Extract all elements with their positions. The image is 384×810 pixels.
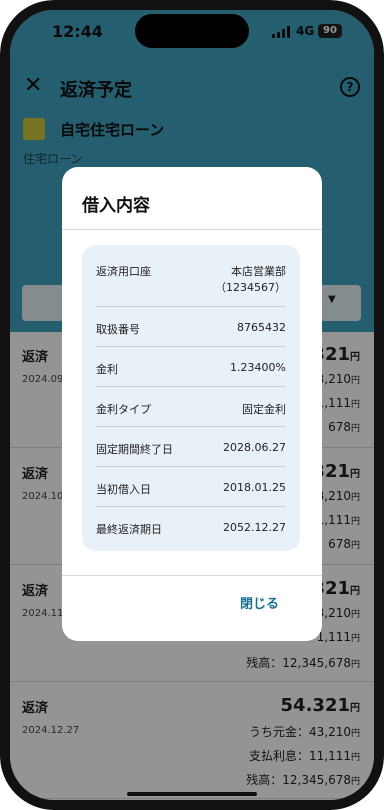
detail-key: 金利 bbox=[96, 363, 118, 376]
detail-key: 返済用口座 bbox=[96, 265, 151, 278]
detail-value: 固定金利 bbox=[242, 403, 286, 416]
detail-key: 金利タイプ bbox=[96, 403, 151, 416]
divider bbox=[96, 386, 286, 387]
details-card: 返済用口座 本店営業部 （1234567） 取扱番号 8765432 金利 1.2… bbox=[82, 245, 300, 551]
divider bbox=[62, 229, 322, 230]
divider bbox=[96, 346, 286, 347]
detail-value: 2052.12.27 bbox=[223, 521, 286, 534]
divider bbox=[96, 466, 286, 467]
detail-key: 当初借入日 bbox=[96, 483, 151, 496]
divider bbox=[62, 575, 322, 576]
close-button[interactable]: 閉じる bbox=[240, 593, 279, 612]
detail-value: 8765432 bbox=[237, 321, 286, 334]
detail-value: 2028.06.27 bbox=[223, 441, 286, 454]
loan-details-dialog: 借入内容 返済用口座 本店営業部 （1234567） 取扱番号 8765432 金… bbox=[62, 167, 322, 641]
detail-value: 本店営業部 （1234567） bbox=[215, 265, 286, 294]
screen: 12:44 4G 90 ✕ 返済予定 ? 自宅住宅ローン 住宅ローン ▼ 返済 … bbox=[10, 10, 374, 800]
divider bbox=[96, 306, 286, 307]
detail-value: 2018.01.25 bbox=[223, 481, 286, 494]
detail-key: 取扱番号 bbox=[96, 323, 140, 336]
detail-key: 最終返済期日 bbox=[96, 523, 162, 536]
dialog-title: 借入内容 bbox=[82, 196, 150, 216]
detail-key: 固定期間終了日 bbox=[96, 443, 173, 456]
divider bbox=[96, 506, 286, 507]
detail-value: 1.23400% bbox=[230, 361, 286, 374]
phone-frame: 12:44 4G 90 ✕ 返済予定 ? 自宅住宅ローン 住宅ローン ▼ 返済 … bbox=[0, 0, 384, 810]
home-indicator[interactable] bbox=[127, 792, 257, 796]
divider bbox=[96, 426, 286, 427]
